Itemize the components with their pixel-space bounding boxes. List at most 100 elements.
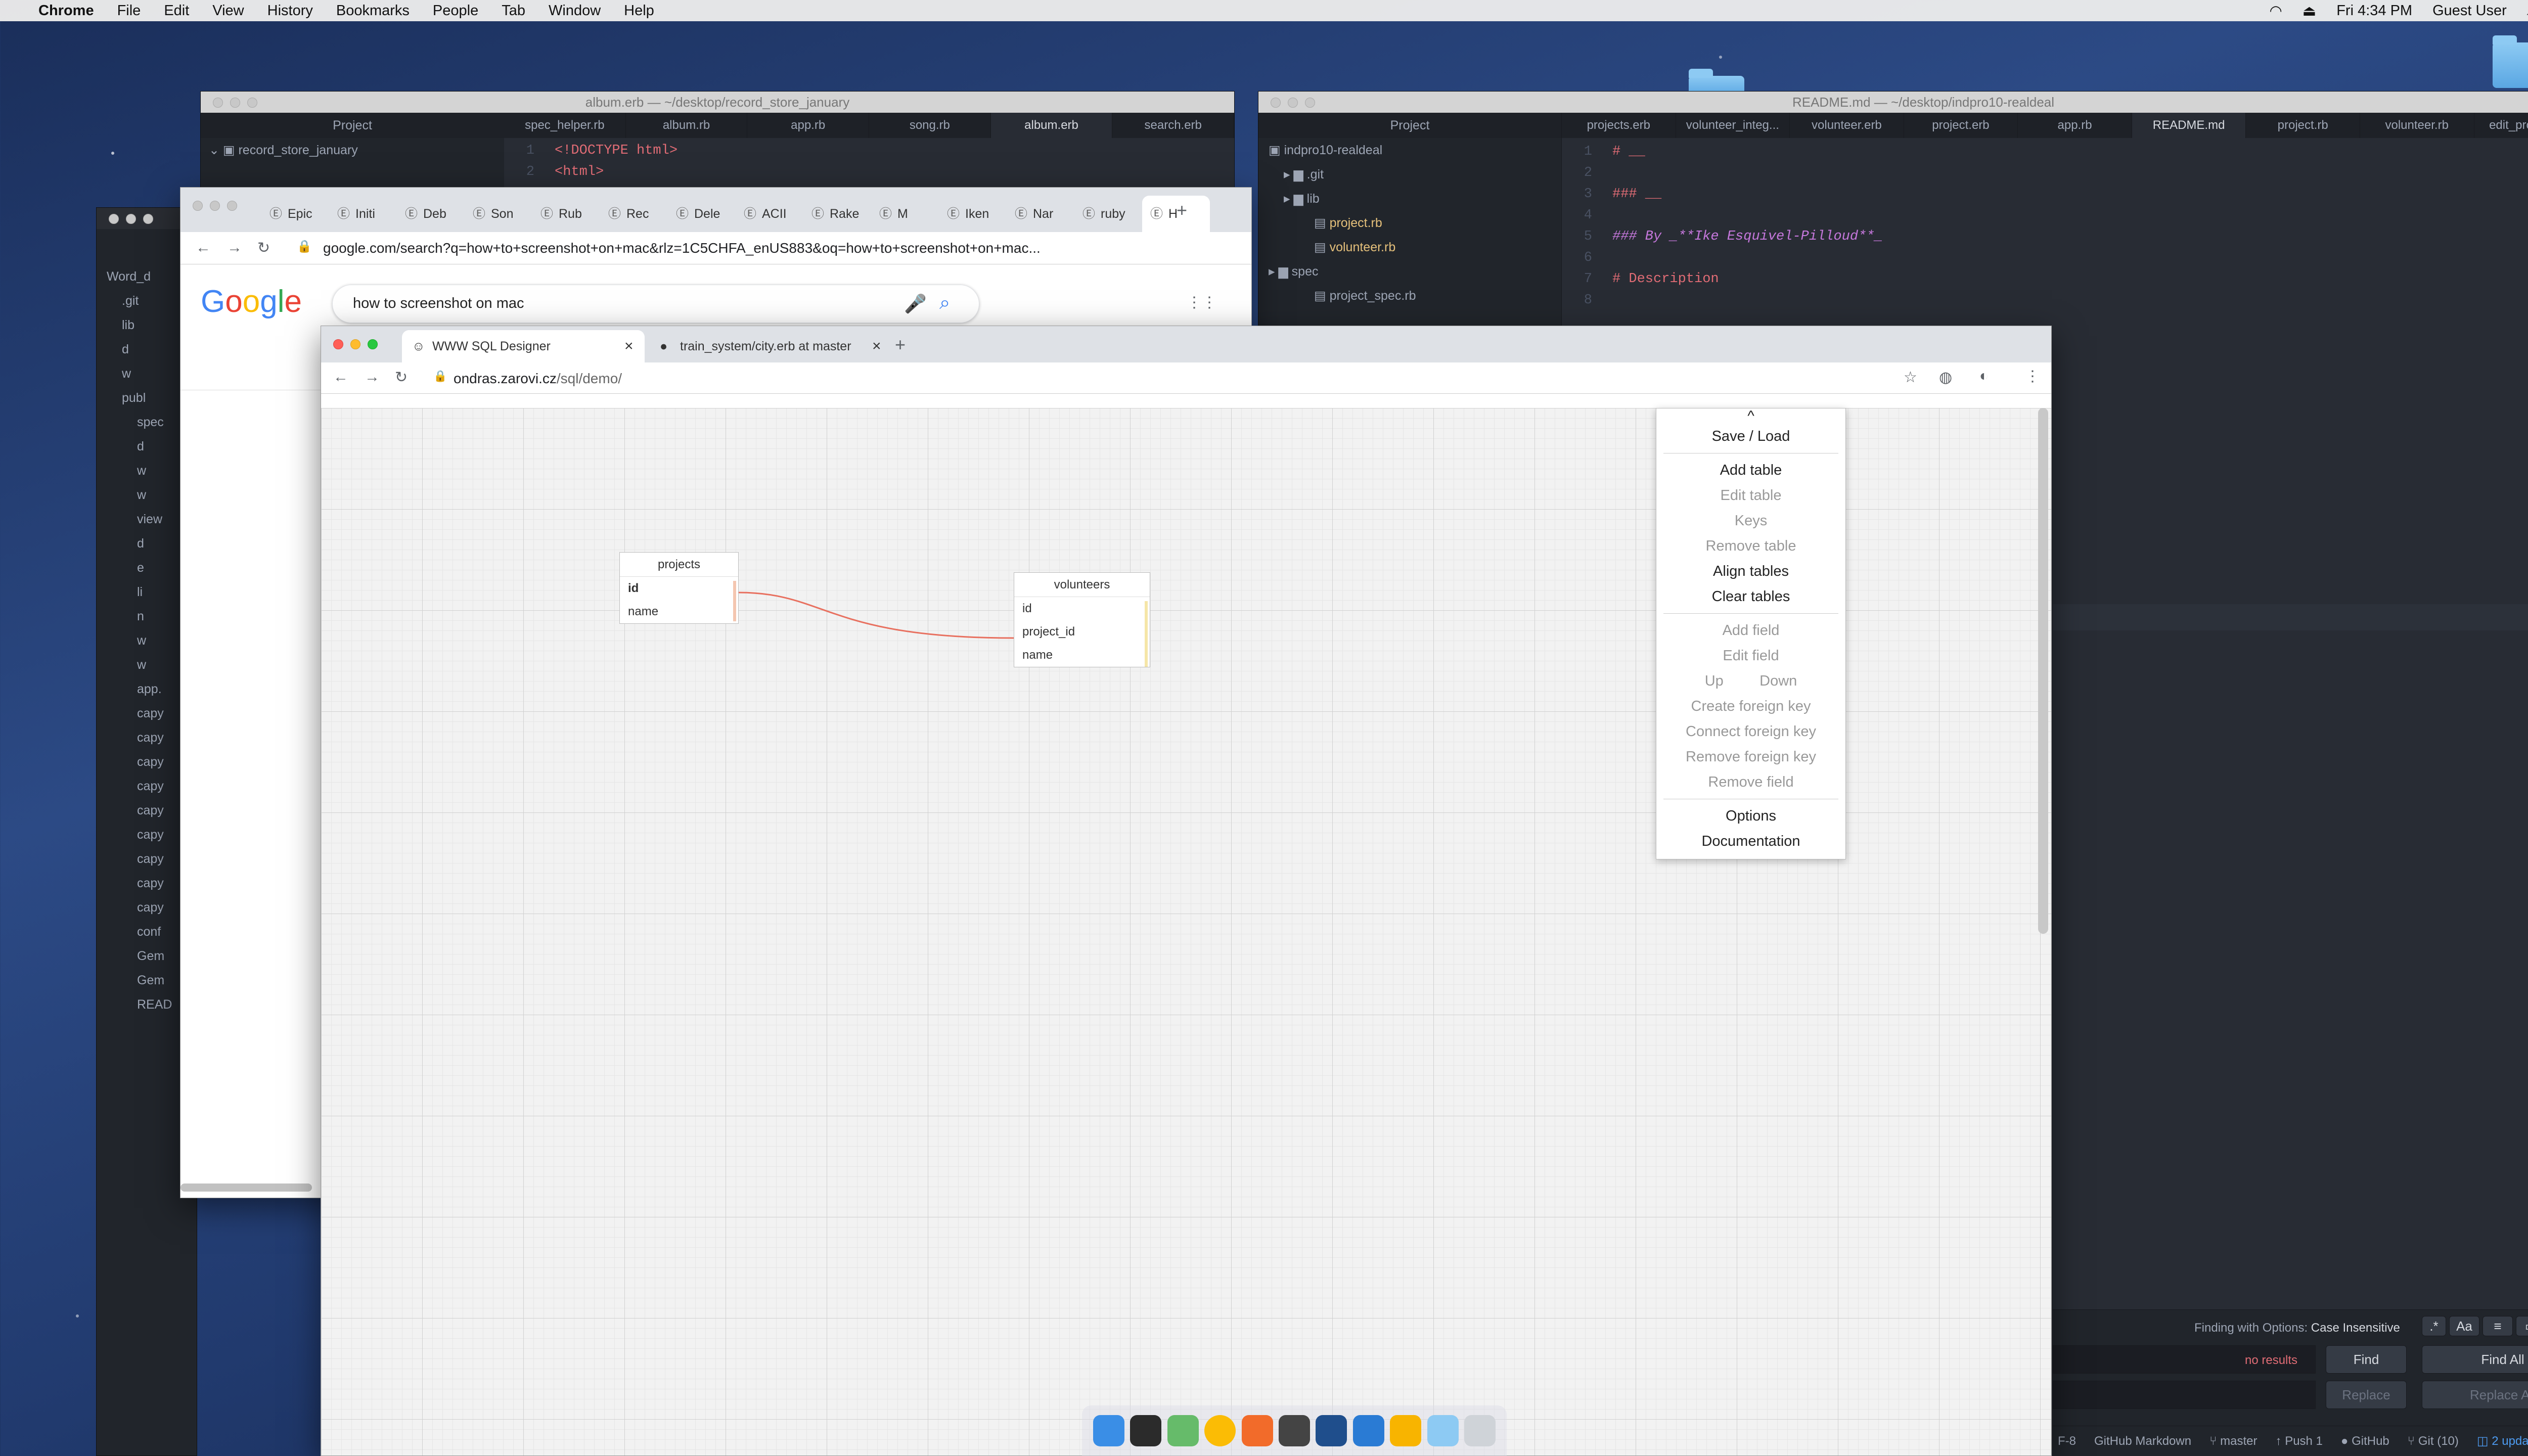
minimize-window-button[interactable] <box>230 98 240 108</box>
back-icon[interactable]: ← <box>333 369 348 386</box>
tree-item[interactable]: ▸ ▆ lib <box>1258 187 1561 211</box>
browser-tab[interactable]: Ⓔ M <box>871 196 939 232</box>
tree-item[interactable]: ▸ ▆ .git <box>1258 162 1561 187</box>
tree-item[interactable]: ▤ project_spec.rb <box>1258 284 1561 308</box>
extension-icon[interactable]: ◍ <box>1939 369 1952 386</box>
selection-toggle[interactable]: ≡ <box>2482 1316 2513 1336</box>
eject-icon[interactable]: ⏏ <box>2303 2 2316 20</box>
tree-item[interactable]: ▣ indpro10-realdeal <box>1258 138 1561 162</box>
zoom-window-button[interactable] <box>247 98 257 108</box>
desktop-folder-icon[interactable] <box>2493 35 2528 88</box>
search-icon[interactable]: ⌕ <box>939 292 950 314</box>
safari-icon[interactable] <box>1241 1415 1273 1446</box>
minimize-window-button[interactable] <box>1288 98 1298 108</box>
folder-icon[interactable] <box>1427 1415 1459 1446</box>
terminal-icon[interactable] <box>1130 1415 1162 1446</box>
google-search-box[interactable]: how to screenshot on mac 🎤 ⌕ <box>332 285 979 323</box>
trash-icon[interactable] <box>1464 1415 1496 1446</box>
editor-tab[interactable]: search.erb <box>1112 113 1235 138</box>
vscode-icon[interactable] <box>1352 1415 1384 1446</box>
find-button[interactable]: Find <box>2326 1345 2407 1374</box>
browser-tab[interactable]: Ⓔ Epic <box>261 196 329 232</box>
menubar-file[interactable]: File <box>117 3 141 19</box>
apps-grid-icon[interactable]: ⋮⋮ <box>1187 294 1217 311</box>
browser-tab[interactable]: Ⓔ Son <box>465 196 532 232</box>
editor-tab[interactable]: project.erb <box>1904 113 2018 138</box>
markdown-editor[interactable]: 1 # __ 2 3 ### __ 4 5 ### By _**Ike Esquivel-Pi… <box>1562 138 2528 311</box>
menu-item-keys[interactable]: Keys <box>1656 508 1845 533</box>
menu-item-save-load[interactable]: Save / Load <box>1656 424 1845 449</box>
editor-tab[interactable]: projects.erb <box>1562 113 1676 138</box>
close-tab-icon[interactable]: × <box>872 330 881 362</box>
menu-item-create-foreign-key[interactable]: Create foreign key <box>1656 694 1845 719</box>
close-window-button[interactable] <box>1271 98 1281 108</box>
microphone-icon[interactable]: 🎤 <box>904 293 927 314</box>
status-push[interactable]: ↑ Push 1 <box>2276 1434 2323 1448</box>
reload-icon[interactable]: ↻ <box>395 369 408 386</box>
menubar-edit[interactable]: Edit <box>164 3 189 19</box>
status-github[interactable]: ● GitHub <box>2341 1434 2389 1448</box>
browser-tab[interactable]: Ⓔ ACII <box>736 196 803 232</box>
status-updates[interactable]: ◫ 2 updates <box>2477 1434 2528 1448</box>
avatar[interactable]: ◐ <box>1979 368 1989 385</box>
horizontal-scrollbar[interactable] <box>180 1184 312 1192</box>
browser-tab[interactable]: Ⓔ Dele <box>668 196 736 232</box>
finder-icon[interactable] <box>1093 1415 1124 1446</box>
chrome-icon[interactable] <box>1204 1415 1236 1446</box>
browser-tab[interactable]: Ⓔ H <box>1142 196 1210 232</box>
xcode-icon[interactable] <box>1316 1415 1347 1446</box>
editor-tab[interactable]: volunteer.erb <box>1790 113 1904 138</box>
menu-item-add-table[interactable]: Add table <box>1656 458 1845 483</box>
editor-tab[interactable]: README.md <box>2132 113 2246 138</box>
minimize-window-button[interactable] <box>210 201 220 211</box>
editor-tab[interactable]: app.rb <box>747 113 870 138</box>
editor-tab[interactable]: edit_project.erb <box>2474 113 2528 138</box>
url-text[interactable]: google.com/search?q=how+to+screenshot+on… <box>323 240 1263 256</box>
db-table-title[interactable]: volunteers <box>1014 573 1150 597</box>
tab-github-train-system[interactable]: ● train_system/city.erb at master × <box>650 330 892 362</box>
menubar-history[interactable]: History <box>267 3 313 19</box>
browser-tab[interactable]: Ⓔ Rec <box>600 196 668 232</box>
menubar-bookmarks[interactable]: Bookmarks <box>336 3 410 19</box>
status-git[interactable]: ⑂ Git (10) <box>2408 1434 2459 1448</box>
browser-tab[interactable]: Ⓔ Rub <box>532 196 600 232</box>
browser-tab[interactable]: Ⓔ Rake <box>803 196 871 232</box>
status-grammar[interactable]: GitHub Markdown <box>2094 1434 2191 1448</box>
new-tab-icon[interactable]: + <box>1177 200 1187 221</box>
tree-item[interactable]: ▤ project.rb <box>1258 211 1561 235</box>
close-window-button[interactable] <box>213 98 223 108</box>
db-table-projects[interactable]: projects id name <box>619 552 739 624</box>
menu-item-align-tables[interactable]: Align tables <box>1656 559 1845 584</box>
regex-toggle[interactable]: .* <box>2422 1316 2446 1336</box>
menu-item-add-field[interactable]: Add field <box>1656 618 1845 643</box>
browser-tab[interactable]: Ⓔruby <box>1074 196 1142 232</box>
menu-item-remove-table[interactable]: Remove table <box>1656 533 1845 559</box>
wifi-icon[interactable]: ◠ <box>2269 2 2282 20</box>
more-options-icon[interactable]: ⋮ <box>2025 368 2040 385</box>
editor-tab[interactable]: volunteer.rb <box>2360 113 2474 138</box>
back-icon[interactable]: ← <box>196 239 211 256</box>
sketch-icon[interactable] <box>1390 1415 1422 1446</box>
browser-tab[interactable]: Ⓔ Deb <box>397 196 465 232</box>
zoom-window-button[interactable] <box>368 339 378 349</box>
vertical-scrollbar[interactable] <box>2038 408 2048 934</box>
status-branch[interactable]: ⑂ master <box>2209 1434 2257 1448</box>
replace-input[interactable] <box>2053 1381 2316 1409</box>
db-field-name[interactable]: name <box>620 600 738 623</box>
new-tab-icon[interactable]: + <box>895 334 906 355</box>
atom-icon[interactable] <box>1167 1415 1199 1446</box>
menu-item-edit-field[interactable]: Edit field <box>1656 643 1845 668</box>
db-field-id[interactable]: id <box>1014 597 1150 620</box>
editor-tab[interactable]: spec_helper.rb <box>504 113 626 138</box>
tab-www-sql-designer[interactable]: ☺ WWW SQL Designer × <box>402 330 645 362</box>
db-table-volunteers[interactable]: volunteers id project_id name <box>1014 572 1150 667</box>
db-field-name[interactable]: name <box>1014 644 1150 667</box>
menu-item-up[interactable]: Up <box>1705 668 1724 694</box>
browser-tab[interactable]: Ⓔ Initi <box>329 196 397 232</box>
editor-tab[interactable]: app.rb <box>2018 113 2132 138</box>
tree-item[interactable]: ▸ ▆ spec <box>1258 259 1561 284</box>
case-toggle[interactable]: Aa <box>2449 1316 2479 1336</box>
github-desktop-icon[interactable] <box>1278 1415 1310 1446</box>
menubar-user[interactable]: Guest User <box>2432 3 2507 19</box>
db-field-project-id[interactable]: project_id <box>1014 620 1150 644</box>
